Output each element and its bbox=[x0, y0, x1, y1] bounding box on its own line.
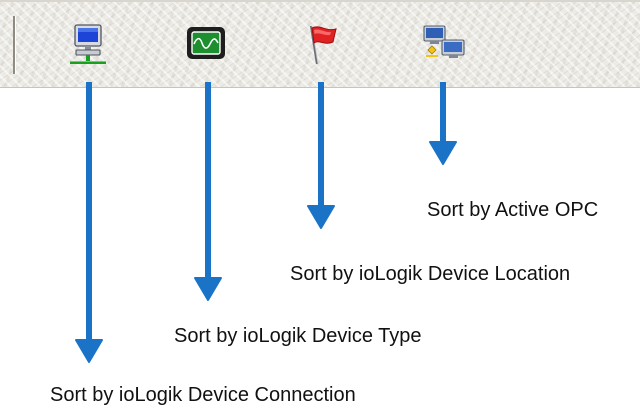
label-sort-by-location: Sort by ioLogik Device Location bbox=[290, 263, 571, 285]
sort-by-location-button[interactable] bbox=[296, 20, 348, 68]
label-sort-by-type: Sort by ioLogik Device Type bbox=[174, 325, 422, 347]
toolbar-top-edge bbox=[0, 0, 640, 2]
arrow-connection bbox=[75, 82, 103, 363]
arrow-location bbox=[307, 82, 335, 229]
toolbar bbox=[0, 0, 640, 88]
arrow-type bbox=[194, 82, 222, 301]
toolbar-grip-separator[interactable] bbox=[13, 16, 15, 74]
label-sort-by-active-opc: Sort by Active OPC bbox=[427, 199, 599, 221]
sort-by-type-button[interactable] bbox=[183, 20, 235, 68]
monitor-waveform-icon bbox=[187, 27, 225, 59]
active-opc-computers-icon bbox=[423, 25, 465, 58]
network-computer-icon bbox=[70, 24, 106, 64]
red-flag-icon bbox=[309, 25, 337, 65]
sort-by-active-opc-button[interactable] bbox=[420, 20, 472, 68]
sort-by-connection-button[interactable] bbox=[64, 20, 116, 68]
arrow-opc bbox=[429, 82, 457, 165]
label-sort-by-connection: Sort by ioLogik Device Connection bbox=[50, 384, 356, 406]
